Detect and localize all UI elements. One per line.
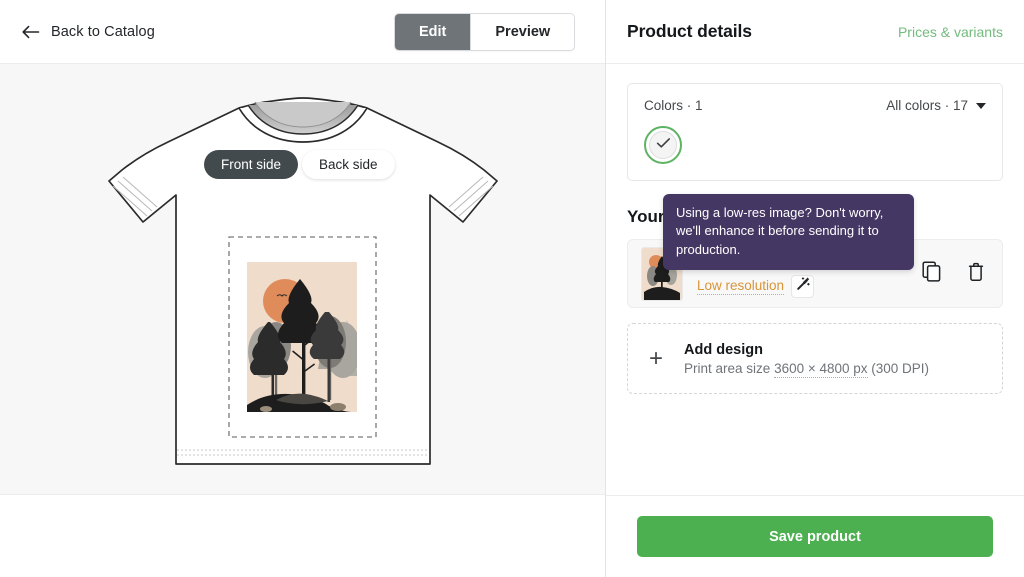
low-resolution-label[interactable]: Low resolution	[697, 278, 785, 295]
design-actions	[921, 260, 987, 287]
trash-icon	[967, 261, 985, 287]
save-product-button[interactable]: Save product	[637, 516, 993, 557]
all-colors-label: All colors · 17	[886, 98, 968, 113]
editor-footer: Unsaved changes − 19% +	[0, 495, 605, 577]
back-to-catalog-label: Back to Catalog	[51, 23, 155, 40]
product-editor: Back to Catalog Edit Preview Front side …	[0, 0, 1024, 577]
side-toggle: Front side Back side	[204, 150, 395, 179]
add-design-button[interactable]: + Add design Print area size 3600 × 4800…	[627, 323, 1003, 394]
page-title: Product details	[627, 21, 752, 41]
arrow-left-icon	[21, 24, 40, 40]
chevron-down-icon	[976, 102, 986, 109]
details-footer: Save product	[606, 495, 1024, 577]
plus-icon: +	[649, 344, 664, 372]
color-swatch-list	[644, 126, 986, 164]
delete-design-button[interactable]	[965, 262, 987, 286]
editor-header: Back to Catalog Edit Preview	[0, 0, 605, 64]
side-back-button[interactable]: Back side	[302, 150, 395, 179]
design-canvas[interactable]: Front side Back side	[0, 64, 605, 495]
tshirt-mockup	[0, 64, 605, 494]
editor-pane: Back to Catalog Edit Preview Front side …	[0, 0, 606, 577]
copy-icon	[922, 260, 942, 287]
details-body: Colors · 1 All colors · 17 Your Low reso…	[606, 64, 1024, 495]
magic-wand-icon	[796, 277, 810, 296]
tab-edit[interactable]: Edit	[395, 14, 471, 50]
colors-card-header: Colors · 1 All colors · 17	[644, 98, 986, 113]
low-resolution-warning: Low resolution	[697, 275, 921, 298]
print-area-prefix: Print area size	[684, 360, 775, 376]
design-item-row: Low resolution Using a low-res image? Do…	[627, 194, 1003, 308]
low-resolution-tooltip: Using a low-res image? Don't worry, we'l…	[663, 194, 914, 271]
back-to-catalog-button[interactable]: Back to Catalog	[21, 24, 155, 40]
tab-preview[interactable]: Preview	[471, 14, 575, 50]
colors-card: Colors · 1 All colors · 17	[627, 83, 1003, 181]
check-icon	[656, 136, 671, 154]
artwork-group	[247, 262, 357, 412]
print-area-size[interactable]: 3600 × 4800 px	[774, 360, 868, 378]
colors-count-label: Colors · 1	[644, 98, 703, 113]
duplicate-design-button[interactable]	[921, 260, 943, 287]
color-swatch-white[interactable]	[644, 126, 682, 164]
print-area-suffix: (300 DPI)	[867, 360, 930, 376]
details-pane: Product details Prices & variants Colors…	[606, 0, 1024, 577]
side-front-button[interactable]: Front side	[204, 150, 299, 179]
all-colors-dropdown[interactable]: All colors · 17	[886, 98, 986, 113]
swatch-fill	[649, 131, 677, 159]
add-design-title: Add design	[684, 341, 763, 358]
add-design-texts: Add design Print area size 3600 × 4800 p…	[684, 341, 930, 378]
enhance-button[interactable]	[791, 275, 815, 298]
prices-and-variants-link[interactable]: Prices & variants	[898, 24, 1003, 40]
view-mode-tabs: Edit Preview	[394, 13, 576, 51]
add-design-subtitle: Print area size 3600 × 4800 px (300 DPI)	[684, 360, 930, 378]
details-header: Product details Prices & variants	[606, 0, 1024, 64]
